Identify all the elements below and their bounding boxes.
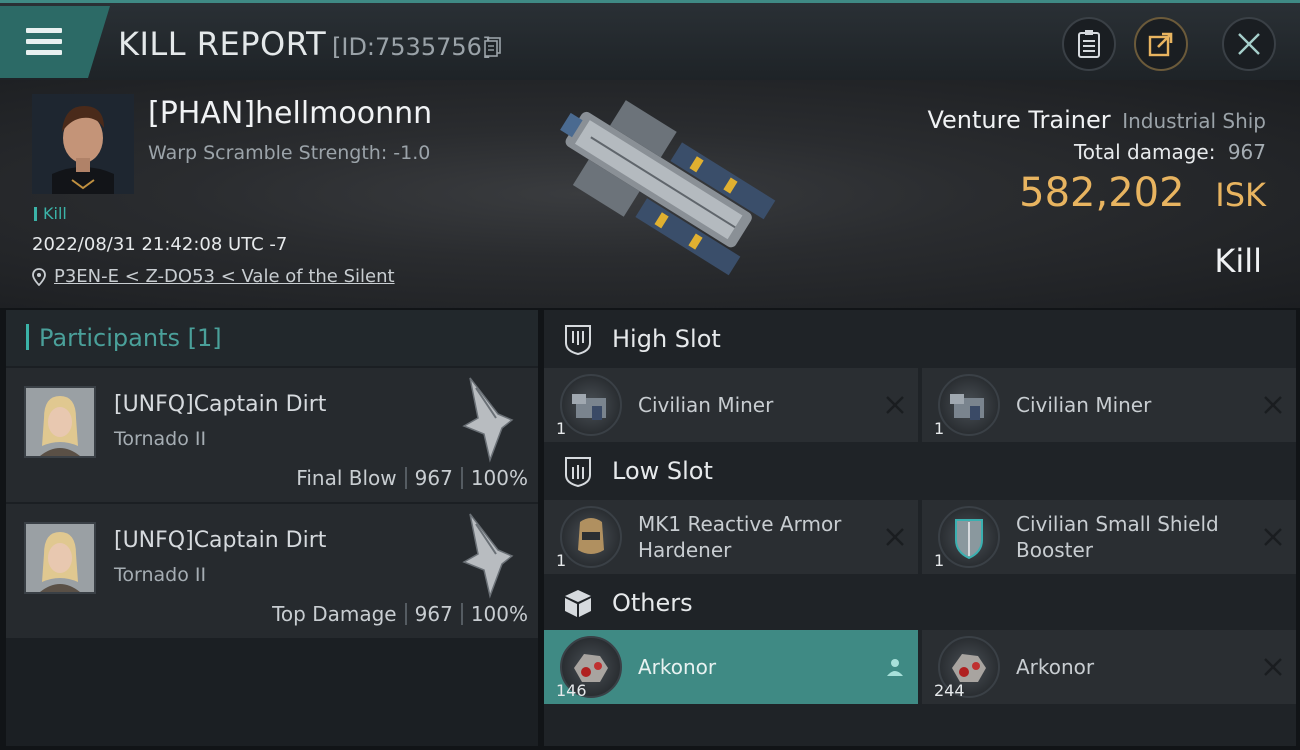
participant-ship: Tornado II [114, 428, 207, 450]
others-title: Others [612, 589, 693, 617]
report-id: [ID:7535756] [332, 33, 492, 61]
location-pin-icon [32, 267, 46, 286]
page-title: KILL REPORT [118, 25, 327, 63]
participant-stats: Top Damage 967 100% [272, 602, 528, 626]
destroyed-x-icon [1264, 658, 1282, 676]
title-bar: KILL REPORT [ID:7535756] [0, 0, 1300, 80]
destroyed-x-icon [1264, 396, 1282, 414]
victim-header: [PHAN]hellmoonnn Warp Scramble Strength:… [0, 80, 1300, 308]
fitting-panel: High Slot 1 Civilian Miner 1 Civilian Mi… [544, 310, 1296, 746]
module-name: MK1 Reactive Armor Hardener [638, 512, 842, 562]
participant-damage: 967 [414, 466, 453, 490]
civilian-miner-icon [938, 374, 1000, 436]
module-quantity: 244 [934, 681, 965, 700]
shield-booster-icon [938, 506, 1000, 568]
module-name: Arkonor [1016, 655, 1095, 679]
module-name: Civilian Small Shield Booster [1016, 512, 1219, 562]
module-name: Arkonor [638, 655, 717, 679]
module-name: Civilian Miner [638, 393, 774, 417]
destroyed-x-icon [886, 528, 904, 546]
victim-pilot-name[interactable]: [PHAN]hellmoonnn [148, 96, 432, 131]
module-quantity: 146 [556, 681, 587, 700]
kill-tag: Kill [34, 204, 67, 223]
victim-ship[interactable]: Venture Trainer Industrial Ship [927, 106, 1266, 134]
module-quantity: 1 [934, 419, 945, 438]
module-quantity: 1 [556, 551, 567, 570]
isk-value: 582,202 ISK [1019, 170, 1266, 216]
participant-row[interactable]: [UNFQ]Captain Dirt Tornado II Top Damage… [6, 502, 538, 638]
menu-button[interactable] [0, 6, 110, 78]
participant-role: Final Blow [296, 466, 397, 490]
high-slot-icon [565, 325, 591, 355]
module-item[interactable]: 1 Civilian Small Shield Booster [922, 500, 1296, 574]
destroyed-x-icon [886, 396, 904, 414]
participant-ship: Tornado II [114, 564, 207, 586]
dropped-person-icon [887, 659, 903, 676]
armor-hardener-icon [560, 506, 622, 568]
participant-stats: Final Blow 967 100% [296, 466, 528, 490]
low-slot-title: Low Slot [612, 457, 713, 485]
low-slot-icon [565, 457, 591, 487]
participant-avatar [24, 386, 96, 458]
cargo-box-icon [565, 590, 591, 617]
module-item[interactable]: 1 MK1 Reactive Armor Hardener [544, 500, 918, 574]
total-damage-value: 967 [1227, 140, 1266, 164]
module-item[interactable]: 1 Civilian Miner [544, 368, 918, 442]
low-slot-header: Low Slot [544, 442, 1296, 500]
module-item[interactable]: 244 Arkonor [922, 630, 1296, 704]
victim-avatar[interactable] [32, 94, 134, 194]
participant-name: [UNFQ]Captain Dirt [114, 528, 327, 553]
high-slot-title: High Slot [612, 325, 721, 353]
copy-icon[interactable] [484, 37, 502, 57]
location-link[interactable]: P3EN-E < Z-DO53 < Vale of the Silent [54, 266, 395, 287]
clipboard-icon [1078, 30, 1100, 58]
isk-unit: ISK [1215, 176, 1266, 214]
victim-ship-image [560, 100, 776, 276]
warp-scramble-strength: Warp Scramble Strength: -1.0 [148, 142, 431, 164]
participant-percent: 100% [470, 466, 528, 490]
total-damage-label: Total damage: [1073, 140, 1216, 164]
module-item[interactable]: 146 Arkonor [544, 630, 918, 704]
clipboard-button[interactable] [1062, 17, 1116, 71]
participant-row[interactable]: [UNFQ]Captain Dirt Tornado II Final Blow… [6, 366, 538, 502]
isk-amount: 582,202 [1019, 170, 1185, 216]
result-label: Kill [1214, 242, 1262, 280]
menu-icon [26, 28, 62, 56]
module-quantity: 1 [934, 551, 945, 570]
participant-ship-image [462, 377, 514, 463]
participant-damage: 967 [414, 602, 453, 626]
close-icon [1238, 33, 1260, 55]
close-button[interactable] [1222, 17, 1276, 71]
others-header: Others [544, 574, 1296, 632]
high-slot-header: High Slot [544, 310, 1296, 368]
victim-ship-class: Industrial Ship [1122, 109, 1266, 133]
participant-percent: 100% [470, 602, 528, 626]
destroyed-x-icon [1264, 528, 1282, 546]
module-item[interactable]: 1 Civilian Miner [922, 368, 1296, 442]
participant-name: [UNFQ]Captain Dirt [114, 392, 327, 417]
participants-header: Participants [1] [6, 310, 538, 366]
kill-datetime: 2022/08/31 21:42:08 UTC -7 [32, 234, 288, 255]
total-damage: Total damage: 967 [1074, 140, 1266, 164]
kill-location[interactable]: P3EN-E < Z-DO53 < Vale of the Silent [32, 266, 395, 287]
participant-ship-image [462, 513, 514, 599]
civilian-miner-icon [560, 374, 622, 436]
share-button[interactable] [1134, 17, 1188, 71]
participant-role: Top Damage [272, 602, 397, 626]
module-quantity: 1 [556, 419, 567, 438]
share-icon [1148, 32, 1173, 57]
participant-avatar [24, 522, 96, 594]
victim-ship-name: Venture Trainer [927, 106, 1111, 134]
participants-panel: Participants [1] [UNFQ]Captain Dirt Torn… [6, 310, 538, 746]
module-name: Civilian Miner [1016, 393, 1152, 417]
